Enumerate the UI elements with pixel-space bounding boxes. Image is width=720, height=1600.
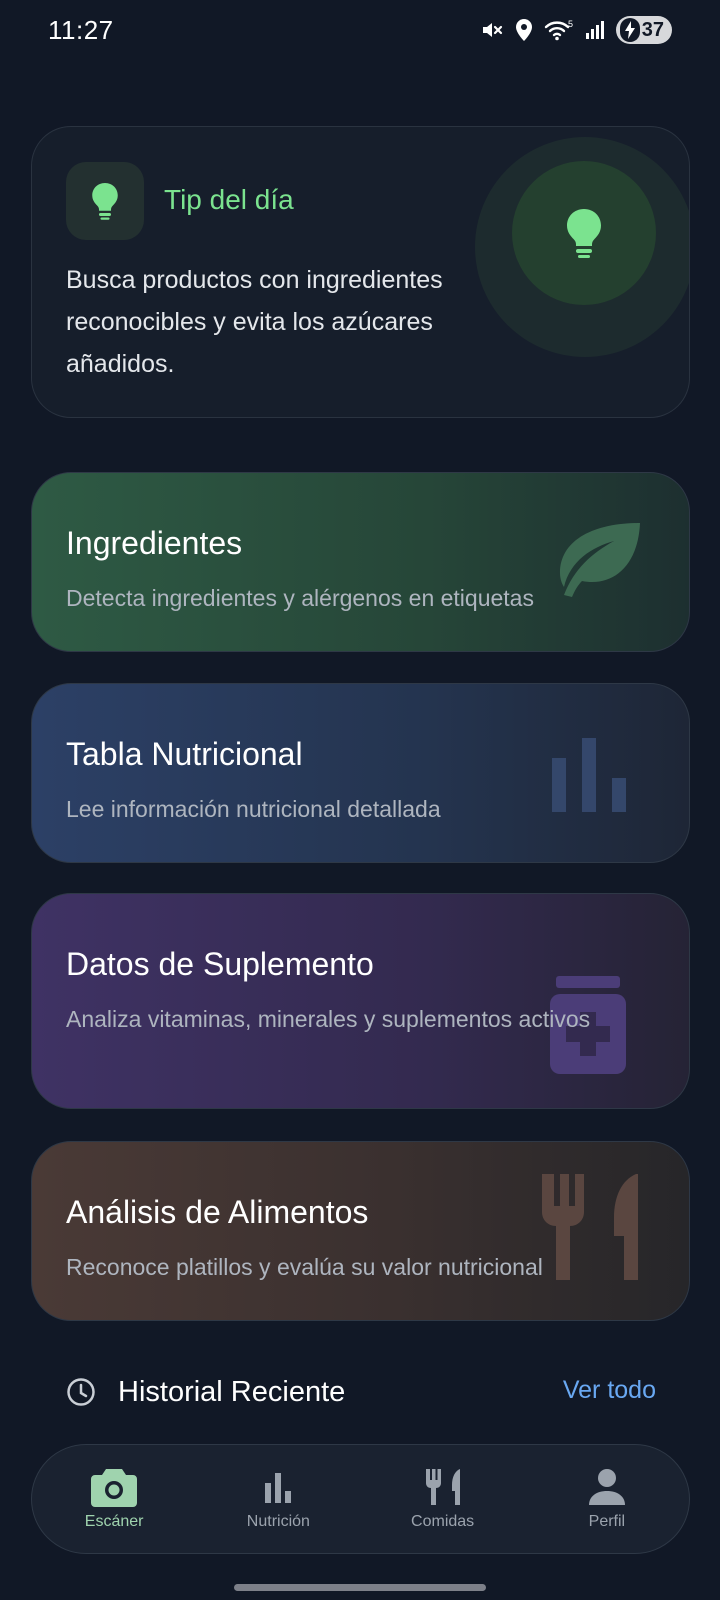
feature-title: Ingredientes — [66, 525, 243, 561]
nav-label: Perfil — [588, 1513, 626, 1530]
nav-label: Nutrición — [246, 1513, 310, 1530]
mute-icon — [480, 18, 504, 42]
wifi-icon: 5 — [544, 18, 574, 42]
historial-header: Historial Reciente Ver todo — [66, 1370, 656, 1414]
ver-todo-link[interactable]: Ver todo — [563, 1376, 656, 1405]
lightbulb-icon — [92, 183, 118, 220]
nav-item-nutricion[interactable]: Nutrición — [208, 1467, 348, 1531]
person-icon — [588, 1469, 625, 1505]
tip-text: Busca productos con ingredientes reconoc… — [66, 266, 443, 378]
nav-label: Comidas — [411, 1513, 475, 1530]
bar-chart-icon — [265, 1473, 292, 1503]
signal-icon — [584, 19, 606, 41]
feature-title: Tabla Nutricional — [66, 736, 303, 772]
battery-level: 37 — [641, 18, 664, 41]
tip-card: Tip del día Busca productos con ingredie… — [31, 126, 690, 418]
bottom-nav: Escáner Nutrición Comidas Perfil — [31, 1444, 690, 1554]
nav-item-escaner[interactable]: Escáner — [44, 1467, 184, 1531]
feature-card-datos-suplemento[interactable]: Datos de Suplemento Analiza vitaminas, m… — [31, 893, 690, 1109]
feature-title: Análisis de Alimentos — [66, 1194, 369, 1230]
feature-description: Analiza vitaminas, minerales y suplement… — [66, 1006, 591, 1032]
tip-title: Tip del día — [164, 184, 294, 215]
tip-icon-box — [66, 162, 144, 240]
feature-title: Datos de Suplemento — [66, 946, 374, 982]
battery-charging-icon — [619, 18, 640, 42]
status-icons: 5 37 — [480, 16, 672, 44]
feature-card-analisis-alimentos[interactable]: Análisis de Alimentos Reconoce platillos… — [31, 1141, 690, 1321]
status-bar: 11:27 5 37 — [0, 0, 720, 60]
feature-description: Lee información nutricional detallada — [66, 796, 441, 822]
battery-indicator: 37 — [615, 16, 672, 44]
clock-icon — [67, 1378, 95, 1406]
home-indicator[interactable] — [234, 1584, 486, 1591]
svg-text:5: 5 — [568, 19, 573, 29]
feature-description: Reconoce platillos y evalúa su valor nut… — [66, 1254, 543, 1280]
location-icon — [514, 18, 534, 42]
feature-description: Detecta ingredientes y alérgenos en etiq… — [66, 585, 534, 611]
historial-title: Historial Reciente — [118, 1375, 346, 1408]
status-time: 11:27 — [48, 14, 114, 45]
feature-card-tabla-nutricional[interactable]: Tabla Nutricional Lee información nutric… — [31, 683, 690, 863]
camera-icon — [91, 1469, 138, 1507]
nav-item-comidas[interactable]: Comidas — [373, 1467, 513, 1531]
lightbulb-icon — [567, 209, 601, 258]
utensils-icon — [425, 1469, 460, 1505]
feature-card-ingredientes[interactable]: Ingredientes Detecta ingredientes y alér… — [31, 472, 690, 652]
nav-label: Escáner — [84, 1513, 144, 1530]
nav-item-perfil[interactable]: Perfil — [537, 1467, 677, 1531]
